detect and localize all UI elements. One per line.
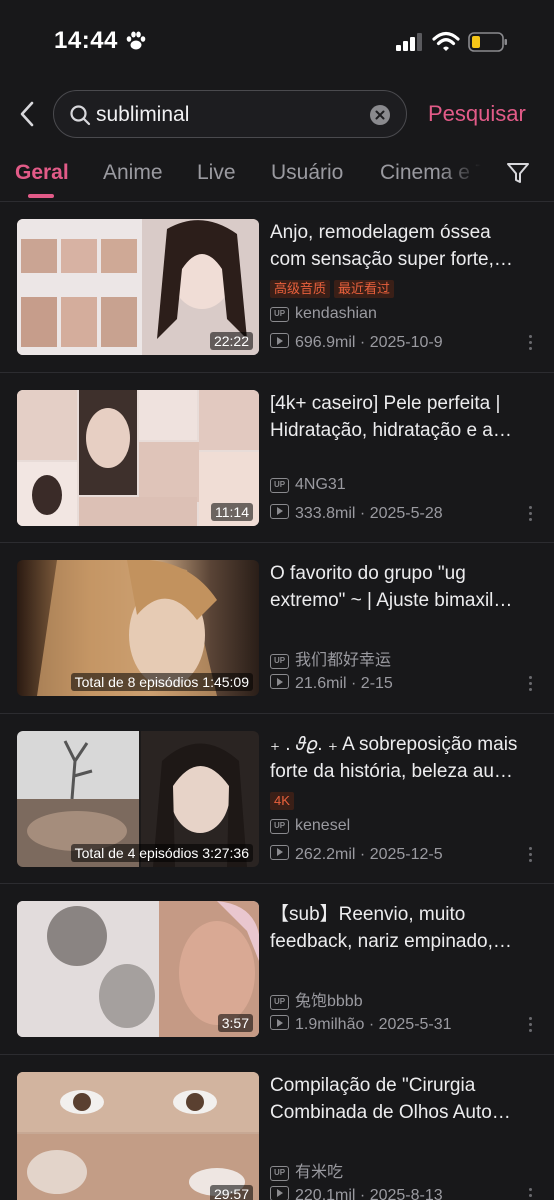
video-tags: 4K bbox=[270, 791, 298, 812]
thumbnail-image bbox=[17, 1071, 259, 1200]
uploader[interactable]: UP 兔饱bbbb bbox=[270, 987, 363, 1011]
video-duration: 29:57 bbox=[209, 1184, 253, 1200]
views-icon bbox=[270, 844, 289, 860]
tab-live[interactable]: Live bbox=[197, 161, 236, 185]
active-tab-indicator bbox=[28, 194, 54, 198]
battery-icon bbox=[468, 32, 507, 52]
video-thumbnail[interactable]: 22:22 bbox=[17, 219, 259, 355]
uploader[interactable]: UP kendashian bbox=[270, 305, 377, 323]
video-title[interactable]: O favorito do grupo "ug extremo" ~ | Aju… bbox=[270, 560, 540, 614]
video-title[interactable]: ₊ . 𝜗𝜚. ₊ A sobreposição mais forte da h… bbox=[270, 731, 540, 785]
up-icon: UP bbox=[270, 818, 289, 834]
tab-usuario[interactable]: Usuário bbox=[271, 161, 343, 185]
video-thumbnail[interactable]: Total de 8 episódios 1:45:09 bbox=[17, 560, 259, 696]
video-duration: 11:14 bbox=[211, 502, 253, 521]
tab-geral[interactable]: Geral bbox=[15, 161, 69, 185]
views-icon bbox=[270, 1015, 289, 1030]
uploader[interactable]: UP 有米吃 bbox=[270, 1158, 343, 1182]
video-thumbnail[interactable]: 11:14 bbox=[17, 389, 259, 526]
uploader[interactable]: UP kenesel bbox=[270, 817, 350, 835]
signal-icon bbox=[396, 33, 422, 51]
paw-icon bbox=[126, 31, 146, 50]
video-item[interactable]: 29:57 Compilação de "Cirurgia Combinada … bbox=[0, 1055, 554, 1200]
video-duration: Total de 4 episódios 3:27:36 bbox=[70, 843, 253, 862]
video-stats: 220.1mil · 2025-8-13 bbox=[270, 1185, 443, 1200]
video-item[interactable]: 3:57 【sub】Reenvio, muito feedback, nariz… bbox=[0, 884, 554, 1055]
video-thumbnail[interactable]: 3:57 bbox=[17, 901, 259, 1037]
video-list: 22:22 Anjo, remodelagem óssea com sensaç… bbox=[0, 202, 554, 1200]
video-duration: 22:22 bbox=[209, 332, 253, 350]
more-options-icon[interactable] bbox=[524, 332, 536, 354]
uploader[interactable]: UP 我们都好幸运 bbox=[270, 646, 391, 670]
status-bar: 14:44 bbox=[0, 0, 554, 80]
more-options-icon[interactable] bbox=[524, 673, 536, 695]
back-icon[interactable] bbox=[14, 98, 40, 130]
views-icon bbox=[270, 503, 289, 519]
video-item[interactable]: 11:14 [4k+ caseiro] Pele perfeita | Hidr… bbox=[0, 373, 554, 543]
video-stats: 262.2mil · 2025-12-5 bbox=[270, 844, 443, 864]
clear-icon[interactable] bbox=[370, 105, 390, 125]
up-icon: UP bbox=[270, 477, 289, 493]
search-button[interactable]: Pesquisar bbox=[428, 101, 526, 127]
video-item[interactable]: Total de 4 episódios 3:27:36 ₊ . 𝜗𝜚. ₊ A… bbox=[0, 714, 554, 884]
tab-bar: Geral Anime Live Usuário Cinema e T bbox=[0, 150, 554, 202]
video-title[interactable]: Compilação de "Cirurgia Combinada de Olh… bbox=[270, 1072, 540, 1126]
uploader[interactable]: UP 4NG31 bbox=[270, 476, 346, 494]
more-options-icon[interactable] bbox=[524, 1185, 536, 1200]
tag-badge: 最近看过 bbox=[334, 280, 395, 298]
up-icon: UP bbox=[270, 307, 289, 322]
video-stats: 333.8mil · 2025-5-28 bbox=[270, 503, 443, 523]
video-stats: 696.9mil · 2025-10-9 bbox=[270, 333, 443, 352]
video-tags: 高级音质 最近看过 bbox=[270, 280, 398, 300]
filter-icon[interactable] bbox=[506, 161, 530, 185]
video-title[interactable]: 【sub】Reenvio, muito feedback, nariz empi… bbox=[270, 901, 540, 955]
video-item[interactable]: Total de 8 episódios 1:45:09 O favorito … bbox=[0, 543, 554, 714]
video-title[interactable]: [4k+ caseiro] Pele perfeita | Hidratação… bbox=[270, 390, 540, 444]
more-options-icon[interactable] bbox=[524, 844, 536, 866]
more-options-icon[interactable] bbox=[524, 1014, 536, 1036]
up-icon: UP bbox=[270, 654, 289, 669]
views-icon bbox=[270, 333, 289, 348]
wifi-icon bbox=[432, 31, 460, 51]
views-icon bbox=[270, 674, 289, 689]
video-duration: Total de 8 episódios 1:45:09 bbox=[70, 673, 253, 691]
status-time: 14:44 bbox=[54, 27, 118, 54]
video-thumbnail[interactable]: 29:57 bbox=[17, 1071, 259, 1200]
video-stats: 21.6mil · 2-15 bbox=[270, 674, 393, 693]
tab-fade bbox=[440, 150, 488, 200]
video-thumbnail[interactable]: Total de 4 episódios 3:27:36 bbox=[17, 730, 259, 867]
search-box[interactable] bbox=[53, 90, 407, 138]
tag-badge: 4K bbox=[270, 791, 294, 810]
video-duration: 3:57 bbox=[217, 1014, 253, 1032]
video-item[interactable]: 22:22 Anjo, remodelagem óssea com sensaç… bbox=[0, 202, 554, 373]
views-icon bbox=[270, 1185, 289, 1200]
video-title[interactable]: Anjo, remodelagem óssea com sensação sup… bbox=[270, 219, 540, 273]
up-icon: UP bbox=[270, 995, 289, 1010]
more-options-icon[interactable] bbox=[524, 503, 536, 525]
up-icon: UP bbox=[270, 1165, 289, 1181]
tag-badge: 高级音质 bbox=[270, 280, 331, 298]
video-stats: 1.9milhão · 2025-5-31 bbox=[270, 1015, 452, 1034]
search-icon bbox=[70, 105, 91, 126]
tab-anime[interactable]: Anime bbox=[103, 161, 163, 185]
search-input[interactable] bbox=[96, 101, 366, 129]
